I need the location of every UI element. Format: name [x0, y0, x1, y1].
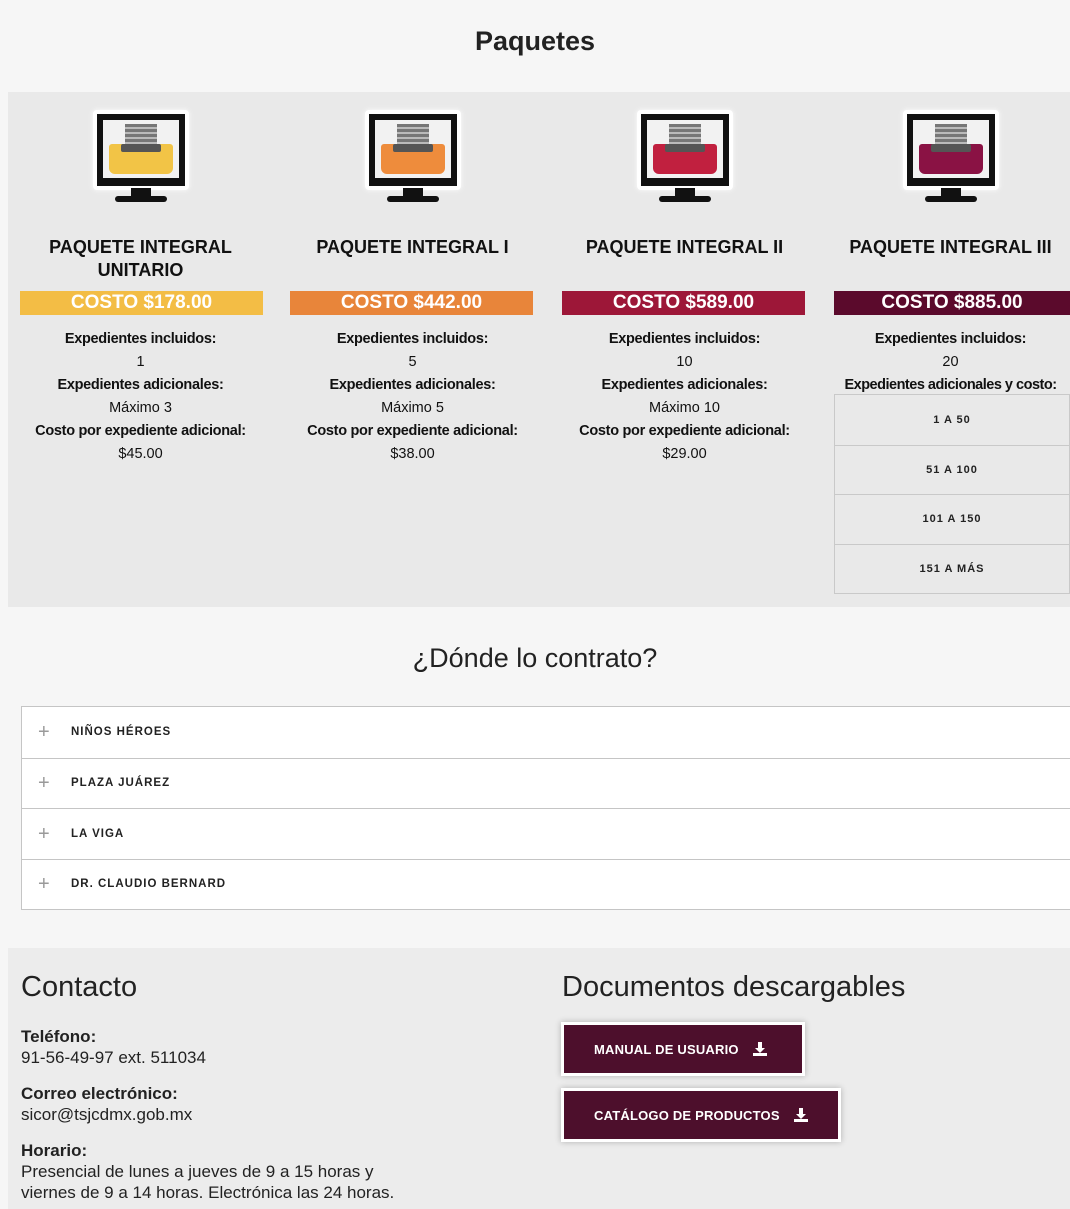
plus-icon: +	[38, 873, 50, 896]
extra-cost-label: Costo por expediente adicional:	[307, 423, 518, 439]
plus-icon: +	[38, 822, 50, 845]
hours-line: viernes de 9 a 14 horas. Electrónica las…	[21, 1183, 395, 1202]
additional-label: Expedientes adicionales:	[329, 377, 496, 393]
package-cost: COSTO $178.00	[20, 291, 263, 315]
range-row: 151 A MÁS	[835, 543, 1069, 594]
catalog-download-button[interactable]: CATÁLOGO DE PRODUCTOS	[561, 1088, 841, 1142]
download-icon	[793, 1108, 808, 1122]
hours-block: Horario: Presencial de lunes a jueves de…	[21, 1140, 394, 1203]
phone-label: Teléfono:	[21, 1027, 97, 1046]
package-cost: COSTO $589.00	[562, 291, 805, 315]
accordion-item-claudio-bernard[interactable]: + DR. CLAUDIO BERNARD	[22, 858, 1070, 910]
button-label: CATÁLOGO DE PRODUCTOS	[594, 1107, 780, 1123]
range-row: 101 A 150	[835, 494, 1069, 544]
included-value: 10	[676, 354, 693, 370]
manual-download-button[interactable]: MANUAL DE USUARIO	[561, 1022, 805, 1076]
footer: Contacto Teléfono: 91-56-49-97 ext. 5110…	[8, 948, 1070, 1209]
download-icon	[752, 1042, 767, 1056]
plus-icon: +	[38, 772, 50, 795]
button-label: MANUAL DE USUARIO	[594, 1041, 739, 1057]
monitor-inbox-icon	[364, 110, 461, 210]
range-row: 51 A 100	[835, 444, 1069, 495]
included-label: Expedientes incluidos:	[64, 331, 217, 347]
phone-value: 91-56-49-97 ext. 511034	[21, 1048, 206, 1067]
additional-value: Máximo 10	[649, 400, 720, 416]
range-row: 1 A 50	[933, 413, 971, 426]
included-label: Expedientes incluidos:	[874, 331, 1027, 347]
package-card-integral-ii: PAQUETE INTEGRAL II COSTO $589.00 Expedi…	[562, 92, 807, 607]
hours-line: Presencial de lunes a jueves de 9 a 15 h…	[21, 1162, 374, 1181]
hours-label: Horario:	[21, 1141, 88, 1160]
monitor-inbox-icon	[636, 110, 733, 210]
included-value: 5	[408, 354, 417, 370]
accordion-label: LA VIGA	[71, 827, 125, 840]
locations-accordion: + NIÑOS HÉROES + PLAZA JUÁREZ + LA VIGA …	[21, 706, 1070, 910]
package-details: Expedientes incluidos: 20 Expedientes ad…	[831, 328, 1070, 397]
email-label: Correo electrónico:	[21, 1084, 178, 1103]
monitor-inbox-icon	[92, 110, 189, 210]
package-details: Expedientes incluidos: 1 Expedientes adi…	[18, 328, 263, 466]
package-name: PAQUETE INTEGRAL III	[849, 237, 1052, 257]
additional-value: Máximo 3	[109, 400, 172, 416]
included-label: Expedientes incluidos:	[608, 331, 761, 347]
package-cost: COSTO $442.00	[290, 291, 533, 315]
phone-block: Teléfono: 91-56-49-97 ext. 511034	[21, 1026, 206, 1068]
monitor-inbox-icon	[902, 110, 999, 210]
email-block: Correo electrónico: sicor@tsjcdmx.gob.mx	[21, 1083, 192, 1125]
package-name: PAQUETE INTEGRAL I	[316, 237, 509, 257]
extra-cost-label: Costo por expediente adicional:	[35, 423, 246, 439]
contact-title: Contacto	[21, 971, 138, 1003]
included-label: Expedientes incluidos:	[336, 331, 489, 347]
accordion-label: DR. CLAUDIO BERNARD	[71, 878, 227, 891]
extra-cost-label: Costo por expediente adicional:	[579, 423, 790, 439]
packages-title: Paquetes	[474, 26, 596, 56]
package-cost: COSTO $885.00	[834, 291, 1070, 315]
packages-section: PAQUETE INTEGRAL UNITARIO COSTO $178.00 …	[8, 92, 1070, 607]
accordion-label: PLAZA JUÁREZ	[71, 777, 171, 790]
accordion-label: NIÑOS HÉROES	[71, 726, 172, 739]
accordion-item-plaza-juarez[interactable]: + PLAZA JUÁREZ	[22, 757, 1070, 809]
package-details: Expedientes incluidos: 5 Expedientes adi…	[290, 328, 535, 466]
extra-cost-value: $29.00	[662, 446, 707, 462]
included-value: 20	[942, 354, 959, 370]
package-card-integral-i: PAQUETE INTEGRAL I COSTO $442.00 Expedie…	[290, 92, 535, 607]
accordion-item-ninos-heroes[interactable]: + NIÑOS HÉROES	[22, 707, 1070, 758]
additional-label: Expedientes adicionales:	[601, 377, 768, 393]
included-value: 1	[136, 354, 145, 370]
extra-cost-value: $38.00	[390, 446, 435, 462]
additional-value: Máximo 5	[381, 400, 444, 416]
where-title: ¿Dónde lo contrato?	[412, 643, 658, 673]
plus-icon: +	[38, 721, 50, 744]
package-name: PAQUETE INTEGRAL UNITARIO	[49, 237, 232, 280]
additional-label: Expedientes adicionales:	[57, 377, 224, 393]
package-name: PAQUETE INTEGRAL II	[585, 237, 784, 257]
extra-cost-value: $45.00	[118, 446, 163, 462]
documents-title: Documentos descargables	[562, 971, 906, 1003]
package-details: Expedientes incluidos: 10 Expedientes ad…	[562, 328, 807, 466]
range-table: 1 A 50 51 A 100 101 A 150 151 A MÁS	[834, 394, 1070, 594]
email-value[interactable]: sicor@tsjcdmx.gob.mx	[21, 1104, 192, 1125]
package-card-unitario: PAQUETE INTEGRAL UNITARIO COSTO $178.00 …	[18, 92, 263, 607]
accordion-item-la-viga[interactable]: + LA VIGA	[22, 808, 1070, 859]
